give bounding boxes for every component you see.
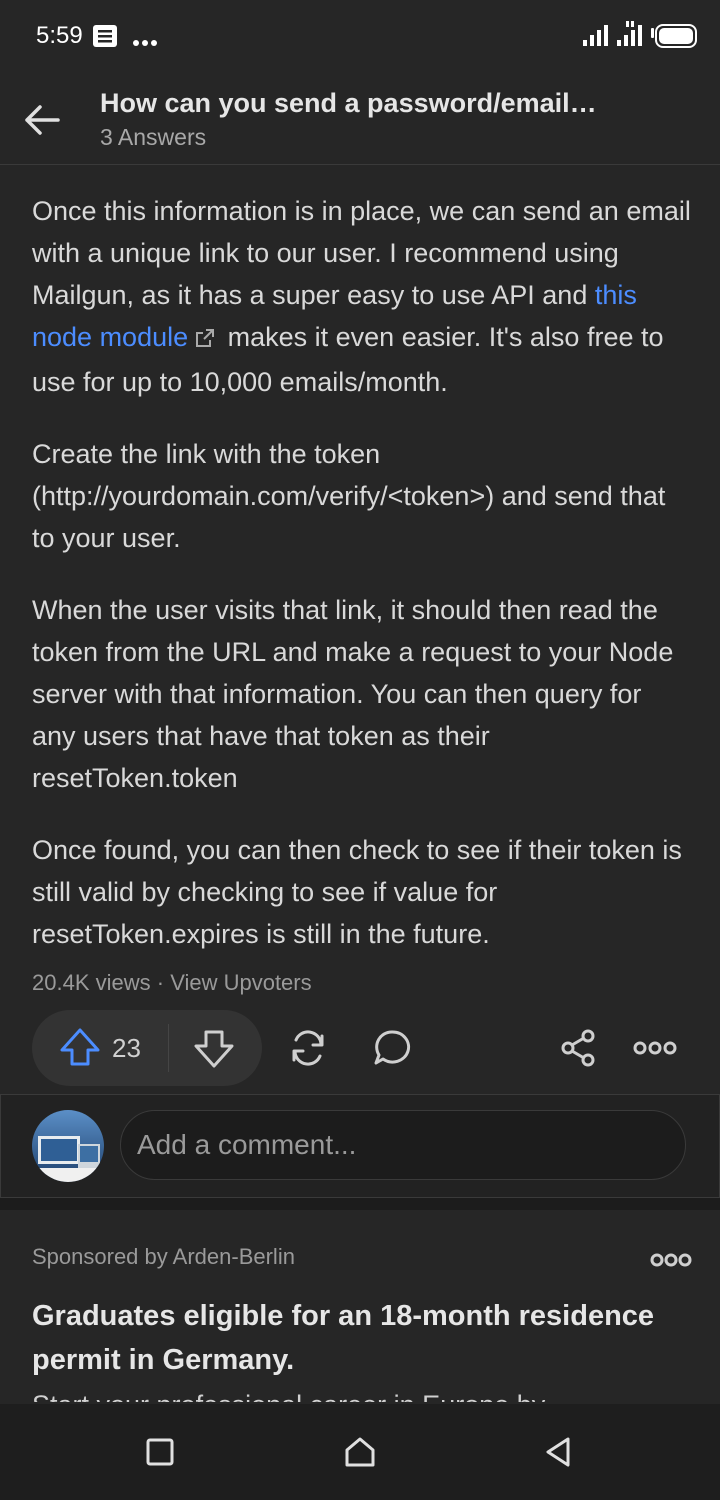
back-nav-button[interactable] bbox=[530, 1426, 586, 1478]
back-arrow-icon bbox=[25, 105, 60, 135]
vote-divider bbox=[168, 1024, 169, 1072]
share-icon bbox=[561, 1029, 595, 1067]
sponsored-label[interactable]: Sponsored by Arden-Berlin bbox=[32, 1244, 295, 1270]
answer-paragraph: Once this information is in place, we ca… bbox=[32, 190, 692, 403]
external-link-icon bbox=[194, 319, 216, 361]
view-upvoters-link[interactable]: View Upvoters bbox=[170, 970, 311, 995]
upvote-count: 23 bbox=[112, 1033, 141, 1063]
ad-title[interactable]: Graduates eligible for an 18-month resid… bbox=[32, 1294, 692, 1382]
user-avatar[interactable] bbox=[32, 1110, 104, 1182]
comment-input[interactable] bbox=[120, 1110, 686, 1180]
home-button[interactable] bbox=[332, 1426, 388, 1478]
notification-icon bbox=[92, 24, 118, 53]
share-button[interactable] bbox=[554, 1024, 602, 1072]
more-options-button[interactable] bbox=[630, 1024, 680, 1072]
ad-body-text[interactable]: Start your professional career in Europe… bbox=[32, 1384, 692, 1402]
share-repost-button[interactable] bbox=[284, 1024, 332, 1072]
comment-bubble-icon bbox=[374, 1030, 411, 1065]
question-title[interactable]: How can you send a password/email… bbox=[100, 88, 700, 119]
back-button[interactable] bbox=[18, 96, 66, 144]
more-dots-icon bbox=[633, 1041, 677, 1055]
comment-button[interactable] bbox=[368, 1024, 416, 1072]
more-dots-icon bbox=[132, 34, 158, 52]
home-icon bbox=[345, 1437, 375, 1467]
top-header: How can you send a password/email… 3 Ans… bbox=[0, 72, 720, 165]
answer-paragraph: Once found, you can then check to see if… bbox=[32, 835, 682, 949]
meta-separator: · bbox=[150, 970, 171, 995]
ad-more-options-button[interactable] bbox=[646, 1236, 696, 1284]
answer-body: Once this information is in place, we ca… bbox=[32, 190, 692, 985]
upvote-button[interactable] bbox=[58, 1024, 102, 1072]
answers-count[interactable]: 3 Answers bbox=[100, 124, 206, 151]
section-separator bbox=[0, 1198, 720, 1210]
signal-icon bbox=[616, 20, 644, 53]
signal-icon bbox=[582, 22, 610, 53]
answer-paragraph: When the user visits that link, it shoul… bbox=[32, 595, 674, 793]
back-triangle-icon bbox=[546, 1437, 570, 1467]
repost-icon bbox=[292, 1030, 324, 1066]
downvote-button[interactable] bbox=[192, 1024, 236, 1072]
views-count: 20.4K views bbox=[32, 970, 151, 995]
more-dots-icon bbox=[650, 1253, 692, 1267]
recent-apps-button[interactable] bbox=[132, 1426, 188, 1478]
upvote-arrow-icon bbox=[60, 1028, 100, 1066]
square-icon bbox=[146, 1438, 174, 1466]
status-time: 5:59 bbox=[36, 22, 83, 49]
battery-icon bbox=[650, 24, 698, 53]
answer-paragraph: Create the link with the token (http://y… bbox=[32, 439, 666, 553]
answer-meta: 20.4K views · View Upvoters bbox=[32, 970, 312, 996]
answer-text: Once this information is in place, we ca… bbox=[32, 196, 691, 310]
downvote-arrow-icon bbox=[194, 1030, 234, 1068]
